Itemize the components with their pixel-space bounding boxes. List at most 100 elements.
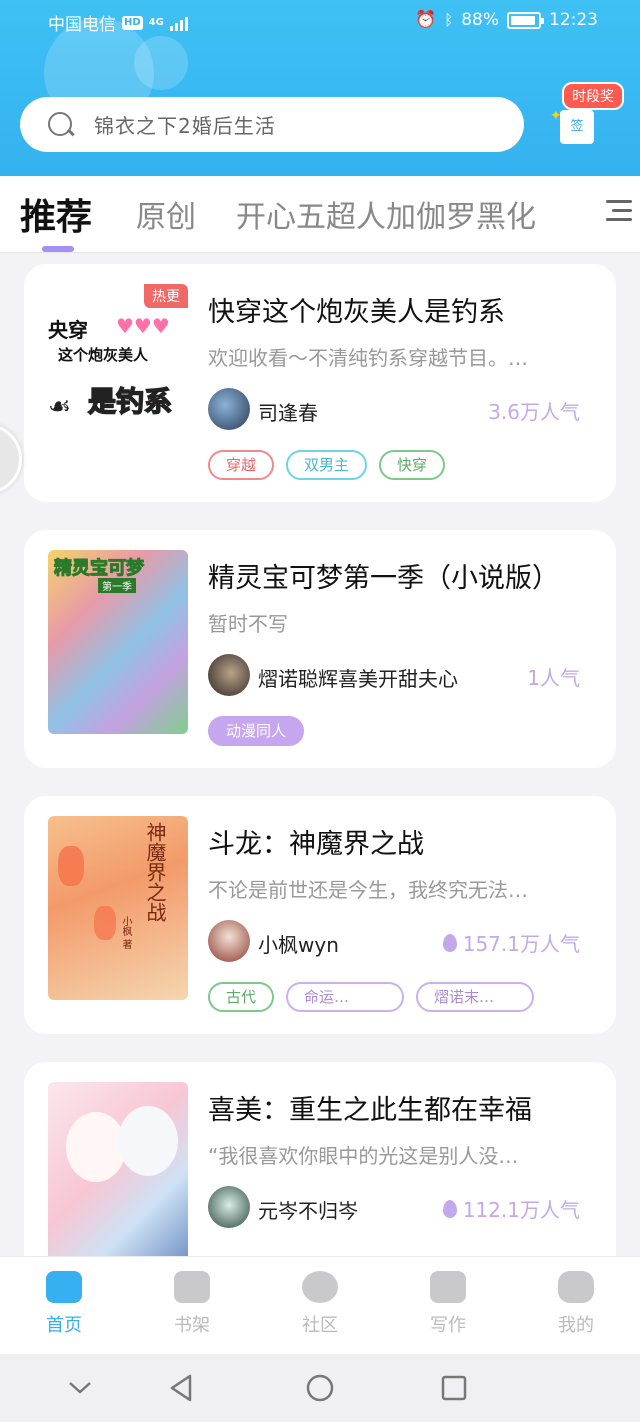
sign-in-button[interactable]: 时段奖 ✦ 签 [548,80,630,152]
nav-label: 我的 [558,1315,594,1336]
book-cover: 精灵宝可梦 第一季 [48,550,188,734]
clock: 12:23 [549,10,598,30]
author-row: 熠诺聪辉喜美开甜夫心 1人气 [208,654,580,698]
tag-list: 动漫同人 [208,716,305,746]
cover-text: 第一季 [98,578,136,593]
author-name: 小枫wyn [258,933,339,957]
status-bar: 中国电信 HD 4G ⏰ ᛒ 88% 12:23 [0,0,640,40]
decor-bubble [134,36,188,90]
gift-box-icon: 签 [560,110,594,144]
popularity: 112.1万人气 [442,1194,580,1223]
app-header: 中国电信 HD 4G ⏰ ᛒ 88% 12:23 锦衣之下2婚后生活 时段奖 ✦… [0,0,640,176]
carrier-label: 中国电信 [48,15,116,35]
search-input[interactable]: 锦衣之下2婚后生活 [94,110,276,139]
cover-text: 神魔界之战 [143,822,167,922]
popularity: 3.6万人气 [488,396,580,425]
author-row: 元岑不归岑 112.1万人气 [208,1186,580,1230]
tag[interactable]: 双男主 [286,450,368,480]
community-icon [302,1271,338,1303]
search-bar[interactable]: 锦衣之下2婚后生活 [20,97,524,152]
signal-icon [169,15,188,31]
book-description: 欢迎收看～不清纯钓系穿越节目。… [208,346,528,370]
time-reward-badge: 时段奖 [562,82,624,110]
cover-text: 央穿 [48,318,88,342]
tag[interactable]: 命运… [286,982,405,1012]
popularity: 157.1万人气 [442,928,580,957]
nav-bookshelf[interactable]: 书架 [152,1271,232,1337]
battery-icon [507,11,544,29]
book-cover [48,1082,188,1266]
popularity-value: 157.1万人气 [462,932,580,956]
back-icon[interactable] [164,1370,200,1406]
profile-icon [558,1271,594,1303]
divider [0,252,640,253]
nav-home[interactable]: 首页 [24,1271,104,1337]
nav-label: 书架 [174,1315,210,1336]
flame-icon [442,933,457,952]
tag[interactable]: 古代 [208,982,275,1012]
lantern-icon [58,846,84,886]
nav-label: 首页 [46,1315,82,1336]
bottom-nav: 首页 书架 社区 写作 我的 [0,1256,640,1354]
popularity-value: 1人气 [527,666,580,690]
heart-icon: ♥♥♥ [116,314,170,338]
cover-text: 小枫 著 [120,916,131,950]
avatar [208,654,250,696]
category-tabs: 推荐 原创 开心五超人加伽罗黑化 [0,176,640,252]
hd-badge: HD [122,15,143,30]
tag[interactable]: 快穿 [379,450,446,480]
book-title: 斗龙：神魔界之战 [208,829,424,860]
flame-icon [442,1199,457,1218]
book-title: 精灵宝可梦第一季（小说版） [208,563,559,594]
tab-topic[interactable]: 开心五超人加伽罗黑化 [236,192,536,236]
hot-badge: 热更 [144,284,188,308]
book-description: “我很喜欢你眼中的光这是别人没… [208,1144,519,1168]
author-row: 小枫wyn 157.1万人气 [208,920,580,964]
network-label: 4G [148,17,164,28]
search-icon [46,110,76,140]
popularity-value: 3.6万人气 [488,400,580,424]
home-icon [46,1271,82,1303]
tag[interactable]: 穿越 [208,450,275,480]
cover-text: 是钓系 [87,384,173,419]
author-name: 熠诺聪辉喜美开甜夫心 [258,667,458,691]
tag-list: 古代 命运… 熠诺末… [208,982,535,1012]
write-icon [430,1271,466,1303]
cover-text: 这个炮灰美人 [58,346,149,364]
tag[interactable]: 动漫同人 [208,716,305,746]
book-cover: 央穿 这个炮灰美人 ♥♥♥ 是钓系 ☙ 热更 [48,284,188,468]
book-cover: 神魔界之战 小枫 著 [48,816,188,1000]
tag[interactable]: 熠诺末… [416,982,535,1012]
nav-write[interactable]: 写作 [408,1271,488,1337]
nav-label: 社区 [302,1315,338,1336]
nav-label: 写作 [430,1315,466,1336]
battery-percent: 88% [461,10,499,30]
cat-doodle-icon: ☙ [48,392,72,422]
book-description: 不论是前世还是今生，我终究无法… [208,878,528,902]
avatar [208,920,250,962]
tab-fade [550,186,590,236]
book-title: 快穿这个炮灰美人是钓系 [208,297,505,328]
nav-profile[interactable]: 我的 [536,1271,616,1337]
book-title: 喜美：重生之此生都在幸福 [208,1095,532,1126]
bluetooth-icon: ᛒ [444,11,454,29]
avatar [208,388,250,430]
floating-assistant-handle[interactable] [0,424,22,494]
character-art [118,1106,178,1176]
tab-original[interactable]: 原创 [136,192,196,236]
nav-community[interactable]: 社区 [280,1271,360,1337]
chevron-down-icon[interactable] [62,1370,98,1406]
author-name: 元岑不归岑 [258,1199,358,1223]
tab-recommend[interactable]: 推荐 [20,188,92,240]
book-card[interactable]: 央穿 这个炮灰美人 ♥♥♥ 是钓系 ☙ 热更 快穿这个炮灰美人是钓系 欢迎收看～… [24,264,616,502]
recents-icon[interactable] [436,1370,472,1406]
popularity-value: 112.1万人气 [462,1198,580,1222]
system-nav-bar [0,1354,640,1422]
menu-icon[interactable] [606,198,632,224]
book-description: 暂时不写 [208,612,288,636]
book-card[interactable]: 神魔界之战 小枫 著 斗龙：神魔界之战 不论是前世还是今生，我终究无法… 小枫w… [24,796,616,1034]
book-card[interactable]: 精灵宝可梦 第一季 精灵宝可梦第一季（小说版） 暂时不写 熠诺聪辉喜美开甜夫心 … [24,530,616,768]
home-button-icon[interactable] [302,1370,338,1406]
avatar [208,1186,250,1228]
lantern-icon [94,906,116,940]
